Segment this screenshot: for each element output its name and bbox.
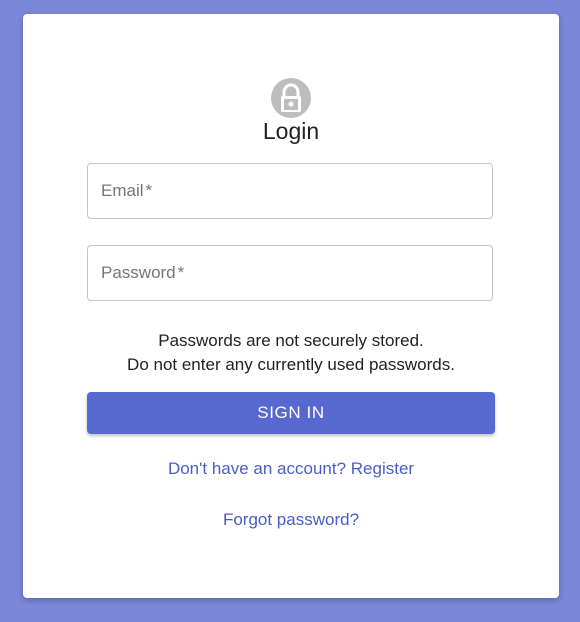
forgot-password-link[interactable]: Forgot password? xyxy=(23,510,559,530)
notice-line-1: Passwords are not securely stored. xyxy=(158,331,424,350)
sign-in-button[interactable]: SIGN IN xyxy=(87,392,495,434)
notice-line-2: Do not enter any currently used password… xyxy=(127,355,455,374)
email-field[interactable]: Email * xyxy=(87,163,493,219)
login-card: Login Email * Password * Passwords are n… xyxy=(23,14,559,598)
password-label: Password xyxy=(101,263,176,282)
register-link[interactable]: Don't have an account? Register xyxy=(23,459,559,479)
lock-icon xyxy=(270,78,312,118)
email-required-marker: * xyxy=(145,181,153,200)
password-field[interactable]: Password * xyxy=(87,245,493,301)
email-label: Email xyxy=(101,181,144,200)
password-notice: Passwords are not securely stored. Do no… xyxy=(23,329,559,377)
password-required-marker: * xyxy=(177,263,185,282)
page-title: Login xyxy=(262,118,320,144)
